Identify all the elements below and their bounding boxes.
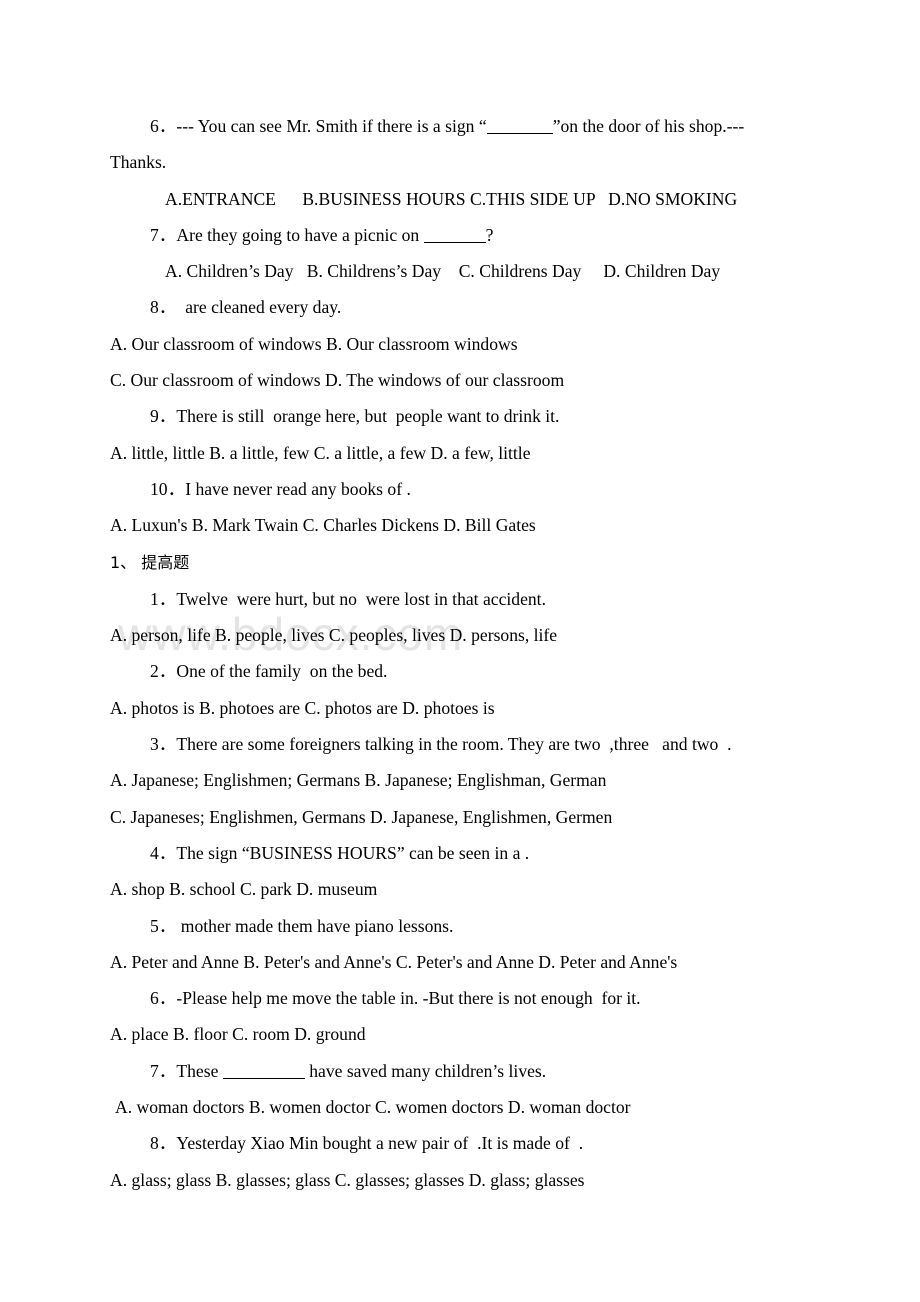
advanced-question-3-options-ab: A. Japanese; Englishmen; Germans B. Japa… — [110, 770, 607, 791]
question-9-stem: 9．There is still orange here, but people… — [150, 406, 560, 427]
fill-in-blank — [222, 1061, 305, 1079]
advanced-question-8-options: A. glass; glass B. glasses; glass C. gla… — [110, 1169, 585, 1190]
advanced-question-5-options: A. Peter and Anne B. Peter's and Anne's … — [110, 951, 678, 972]
question-7-stem: 7．Are they going to have a picnic on ? — [150, 224, 494, 245]
advanced-question-1-stem: 1．Twelve were hurt, but no were lost in … — [150, 588, 546, 609]
question-9-options: A. little, little B. a little, few C. a … — [110, 442, 531, 463]
advanced-question-5-stem: 5． mother made them have piano lessons. — [150, 915, 454, 936]
question-10-stem: 10．I have never read any books of . — [150, 478, 411, 499]
advanced-question-2-options: A. photos is B. photoes are C. photos ar… — [110, 697, 495, 718]
question-7-options: A. Children’s Day B. Childrens’s Day C. … — [165, 261, 721, 282]
advanced-question-7-stem: 7．These have saved many children’s lives… — [150, 1060, 547, 1081]
heading-text: 1、 提高题 — [110, 552, 190, 572]
question-8-stem: 8． are cleaned every day. — [150, 297, 342, 318]
advanced-question-7-options: A. woman doctors B. women doctor C. wome… — [115, 1097, 631, 1118]
fill-in-blank — [486, 116, 553, 134]
question-8-options-ab: A. Our classroom of windows B. Our class… — [110, 333, 518, 354]
question-6-stem-continued: Thanks. — [110, 152, 167, 173]
advanced-question-1-options: A. person, life B. people, lives C. peop… — [110, 625, 558, 646]
advanced-question-4-options: A. shop B. school C. park D. museum — [110, 879, 378, 900]
advanced-question-3-stem: 3．There are some foreigners talking in t… — [150, 734, 732, 755]
fill-in-blank — [423, 225, 486, 243]
document-page: 6．--- You can see Mr. Smith if there is … — [0, 0, 920, 1302]
question-6-stem: 6．--- You can see Mr. Smith if there is … — [150, 116, 745, 136]
question-8-options-cd: C. Our classroom of windows D. The windo… — [110, 370, 565, 391]
advanced-question-2-stem: 2．One of the family on the bed. — [150, 661, 388, 682]
advanced-question-6-options: A. place B. floor C. room D. ground — [110, 1024, 366, 1045]
advanced-question-8-stem: 8．Yesterday Xiao Min bought a new pair o… — [150, 1133, 584, 1154]
question-10-options: A. Luxun's B. Mark Twain C. Charles Dick… — [110, 515, 536, 536]
document-body: 6．--- You can see Mr. Smith if there is … — [110, 108, 782, 1198]
advanced-question-3-options-cd: C. Japaneses; Englishmen, Germans D. Jap… — [110, 806, 613, 827]
question-6-options: A.ENTRANCE B.BUSINESS HOURS C.THIS SIDE … — [165, 188, 738, 209]
section-heading-advanced-questions: 1、 提高题 — [110, 544, 782, 581]
advanced-question-4-stem: 4．The sign “BUSINESS HOURS” can be seen … — [150, 842, 530, 863]
advanced-question-6-stem: 6．-Please help me move the table in. -Bu… — [150, 988, 641, 1009]
